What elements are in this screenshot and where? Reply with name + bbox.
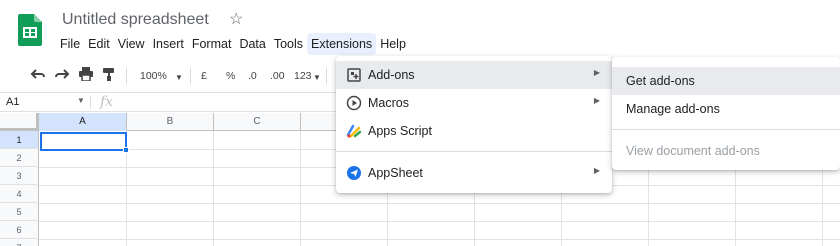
submenu-arrow-icon: ▶ bbox=[593, 96, 600, 105]
submenu-item-label: Manage add-ons bbox=[626, 102, 720, 116]
percent-format-button[interactable]: % bbox=[226, 68, 235, 84]
row-header-6[interactable]: 6 bbox=[0, 221, 39, 239]
document-title[interactable]: Untitled spreadsheet bbox=[62, 11, 209, 29]
apps-script-icon bbox=[346, 123, 362, 139]
select-all-corner[interactable] bbox=[0, 113, 39, 131]
menu-help[interactable]: Help bbox=[376, 33, 410, 55]
row-header-7[interactable]: 7 bbox=[0, 239, 39, 246]
row-header-2[interactable]: 2 bbox=[0, 149, 39, 167]
appsheet-icon bbox=[346, 165, 362, 181]
decrease-decimal-button[interactable]: .0 bbox=[248, 68, 257, 84]
menu-divider bbox=[336, 151, 612, 152]
submenu-arrow-icon: ▶ bbox=[593, 68, 600, 77]
paint-format-icon[interactable] bbox=[102, 67, 116, 85]
fill-handle[interactable] bbox=[123, 147, 129, 153]
undo-icon[interactable] bbox=[30, 67, 46, 85]
menu-item-label: AppSheet bbox=[368, 166, 423, 180]
macros-play-icon bbox=[346, 95, 362, 111]
toolbar-divider bbox=[190, 68, 191, 84]
menu-file[interactable]: File bbox=[56, 33, 84, 55]
increase-decimal-button[interactable]: .00 bbox=[270, 68, 285, 84]
zoom-chevron-down-icon[interactable]: ▼ bbox=[175, 70, 183, 86]
row-header-3[interactable]: 3 bbox=[0, 167, 39, 185]
add-ons-icon bbox=[346, 67, 362, 83]
row-header-4[interactable]: 4 bbox=[0, 185, 39, 203]
fx-icon: fx bbox=[100, 94, 114, 110]
column-header-c[interactable]: C bbox=[214, 113, 301, 131]
number-format-chevron-down-icon[interactable]: ▼ bbox=[313, 70, 321, 86]
toolbar-divider bbox=[126, 68, 127, 84]
app-header: Untitled spreadsheet ☆ File Edit View In… bbox=[0, 0, 840, 58]
google-sheets-logo-icon[interactable] bbox=[18, 14, 42, 46]
menu-edit[interactable]: Edit bbox=[84, 33, 114, 55]
menu-bar: File Edit View Insert Format Data Tools … bbox=[56, 33, 410, 55]
menu-item-macros[interactable]: Macros ▶ bbox=[336, 89, 612, 117]
zoom-select[interactable]: 100% bbox=[140, 68, 167, 84]
menu-view[interactable]: View bbox=[114, 33, 149, 55]
active-cell-a1[interactable] bbox=[40, 132, 127, 151]
grid-line bbox=[39, 239, 840, 240]
grid-line bbox=[39, 221, 840, 222]
menu-item-label: Macros bbox=[368, 96, 409, 110]
submenu-item-label: Get add-ons bbox=[626, 74, 695, 88]
extensions-menu: Add-ons ▶ Macros ▶ Apps Script AppSheet … bbox=[336, 56, 612, 193]
menu-item-add-ons[interactable]: Add-ons ▶ bbox=[336, 61, 612, 89]
menu-item-apps-script[interactable]: Apps Script bbox=[336, 117, 612, 145]
submenu-item-view-document-add-ons: View document add-ons bbox=[612, 137, 840, 165]
star-icon[interactable]: ☆ bbox=[229, 9, 243, 29]
row-header-1[interactable]: 1 bbox=[0, 131, 39, 149]
name-box[interactable]: A1 bbox=[6, 96, 19, 108]
menu-format[interactable]: Format bbox=[188, 33, 236, 55]
grid-line bbox=[39, 203, 840, 204]
number-format-select[interactable]: 123 bbox=[294, 68, 312, 84]
menu-insert[interactable]: Insert bbox=[149, 33, 188, 55]
menu-item-label: Add-ons bbox=[368, 68, 415, 82]
menu-data[interactable]: Data bbox=[235, 33, 269, 55]
submenu-item-manage-add-ons[interactable]: Manage add-ons bbox=[612, 95, 840, 123]
column-header-a[interactable]: A bbox=[39, 113, 127, 131]
menu-extensions[interactable]: Extensions bbox=[307, 33, 377, 55]
menu-item-label: Apps Script bbox=[368, 124, 432, 138]
menu-item-appsheet[interactable]: AppSheet ▶ bbox=[336, 159, 612, 187]
currency-format-button[interactable]: £ bbox=[201, 68, 207, 84]
add-ons-submenu: Get add-ons Manage add-ons View document… bbox=[612, 57, 840, 170]
print-icon[interactable] bbox=[78, 67, 94, 85]
formula-divider bbox=[90, 96, 91, 109]
column-header-b[interactable]: B bbox=[127, 113, 214, 131]
redo-icon[interactable] bbox=[54, 67, 70, 85]
row-header-5[interactable]: 5 bbox=[0, 203, 39, 221]
menu-tools[interactable]: Tools bbox=[270, 33, 307, 55]
submenu-item-get-add-ons[interactable]: Get add-ons bbox=[612, 67, 840, 95]
name-box-chevron-down-icon[interactable]: ▼ bbox=[77, 96, 85, 105]
submenu-item-label: View document add-ons bbox=[626, 144, 760, 158]
menu-divider bbox=[612, 129, 840, 130]
toolbar-divider bbox=[326, 68, 327, 84]
submenu-arrow-icon: ▶ bbox=[593, 166, 600, 175]
